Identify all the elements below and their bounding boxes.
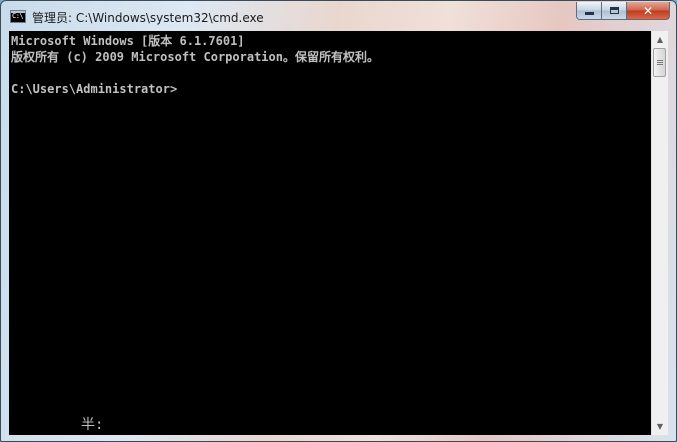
vertical-scrollbar[interactable]: ▲ ▼ (651, 31, 668, 435)
minimize-button[interactable] (576, 2, 602, 20)
cmd-window: C:\ 管理员: C:\Windows\system32\cmd.exe ✕ M… (0, 0, 677, 442)
chevron-up-icon: ▲ (656, 35, 664, 44)
grip-line (657, 64, 663, 65)
console-line: Microsoft Windows [版本 6.1.7601] (11, 34, 245, 48)
scroll-up-button[interactable]: ▲ (652, 31, 668, 48)
minimize-icon (584, 12, 594, 15)
caption-buttons: ✕ (576, 2, 670, 21)
close-button[interactable]: ✕ (627, 2, 670, 20)
grip-line (657, 60, 663, 61)
window-title: 管理员: C:\Windows\system32\cmd.exe (32, 11, 264, 25)
chevron-down-icon: ▼ (656, 422, 664, 431)
title-bar[interactable]: C:\ 管理员: C:\Windows\system32\cmd.exe ✕ (1, 1, 676, 31)
ime-status: 半: (81, 417, 104, 433)
cmd-icon[interactable]: C:\ (10, 10, 26, 23)
close-icon: ✕ (642, 3, 654, 18)
scroll-down-button[interactable]: ▼ (652, 418, 668, 435)
command-prompt[interactable]: C:\Users\Administrator> (11, 81, 177, 97)
maximize-icon (609, 7, 619, 14)
maximize-button[interactable] (602, 2, 627, 20)
scroll-thumb[interactable] (653, 48, 666, 77)
console-line: 版权所有 (c) 2009 Microsoft Corporation。保留所有… (11, 50, 379, 64)
console-output[interactable]: Microsoft Windows [版本 6.1.7601] 版权所有 (c)… (9, 31, 651, 435)
grip-line (657, 62, 663, 63)
